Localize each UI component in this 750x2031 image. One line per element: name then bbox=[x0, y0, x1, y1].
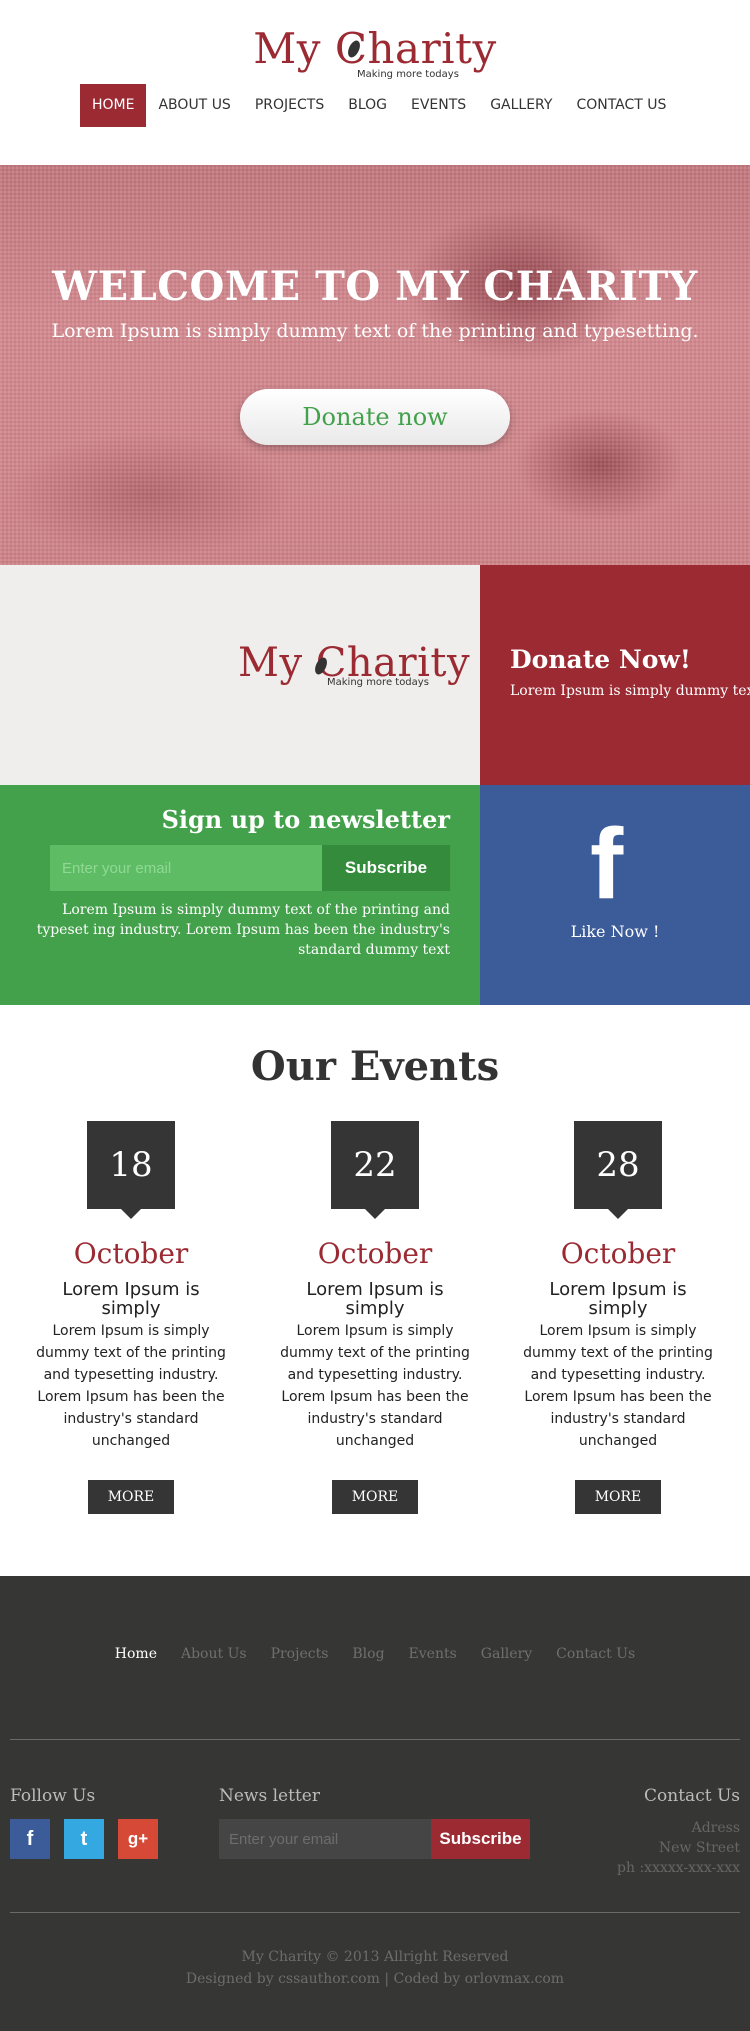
footer-divider bbox=[10, 1912, 740, 1913]
event-title: Lorem Ipsum is simply bbox=[62, 1279, 200, 1319]
footer-nav-blog[interactable]: Blog bbox=[352, 1646, 384, 1662]
footer-nav-gallery[interactable]: Gallery bbox=[481, 1646, 532, 1662]
event-month: October bbox=[317, 1237, 433, 1270]
site-footer: Home About Us Projects Blog Events Galle… bbox=[0, 1576, 750, 2031]
credits-text: Designed by cssauthor.com | Coded by orl… bbox=[185, 1971, 565, 1987]
event-card: 18 October Lorem Ipsum is simply Lorem I… bbox=[31, 1121, 231, 1514]
logo-tile: My Charity Making more todays bbox=[0, 565, 480, 785]
contact-street: New Street bbox=[658, 1840, 740, 1856]
event-description: Lorem Ipsum is simply dummy text of the … bbox=[280, 1323, 470, 1449]
nav-item-events[interactable]: EVENTS bbox=[399, 84, 478, 127]
brand-logo[interactable]: My Charity Making more todays bbox=[0, 28, 750, 81]
contact-address: Adress bbox=[691, 1820, 740, 1836]
follow-us-label: Follow Us bbox=[10, 1786, 96, 1806]
copyright-text: My Charity © 2013 Allright Reserved bbox=[241, 1949, 509, 1965]
event-description: Lorem Ipsum is simply dummy text of the … bbox=[36, 1323, 226, 1449]
event-title: Lorem Ipsum is simply bbox=[549, 1279, 687, 1319]
hero-banner: WELCOME TO MY CHARITY Lorem Ipsum is sim… bbox=[0, 165, 750, 565]
facebook-tile[interactable]: f Like Now ! bbox=[480, 785, 750, 1005]
nav-item-blog[interactable]: BLOG bbox=[336, 84, 399, 127]
twitter-icon[interactable]: t bbox=[64, 1819, 104, 1859]
donate-tile-text: Lorem Ipsum is simply dummy text. bbox=[510, 683, 750, 699]
event-day: 22 bbox=[331, 1121, 419, 1219]
event-more-button[interactable]: MORE bbox=[575, 1480, 661, 1514]
footer-nav-home[interactable]: Home bbox=[115, 1646, 157, 1662]
event-day: 28 bbox=[574, 1121, 662, 1219]
event-month: October bbox=[560, 1237, 676, 1270]
google-plus-icon[interactable]: g+ bbox=[118, 1819, 158, 1859]
footer-newsletter-label: News letter bbox=[219, 1786, 320, 1806]
footer-nav-events[interactable]: Events bbox=[409, 1646, 457, 1662]
facebook-icon: f bbox=[590, 808, 624, 920]
newsletter-subscribe-button[interactable]: Subscribe bbox=[322, 845, 450, 891]
nav-item-gallery[interactable]: GALLERY bbox=[478, 84, 564, 127]
event-month: October bbox=[73, 1237, 189, 1270]
event-title: Lorem Ipsum is simply bbox=[306, 1279, 444, 1319]
events-section: Our Events 18 October Lorem Ipsum is sim… bbox=[0, 1005, 750, 1576]
newsletter-email-input[interactable] bbox=[50, 845, 322, 891]
footer-copyright-block: My Charity © 2013 Allright Reserved Desi… bbox=[0, 1946, 750, 1990]
brand-tagline: Making more todays bbox=[357, 69, 459, 80]
newsletter-description: Lorem Ipsum is simply dummy text of the … bbox=[36, 902, 450, 958]
tile-brand-tagline: Making more todays bbox=[327, 677, 429, 688]
footer-nav-contact-us[interactable]: Contact Us bbox=[556, 1646, 635, 1662]
contact-phone: ph :xxxxx-xxx-xxx bbox=[617, 1860, 740, 1876]
donate-tile-title: Donate Now! bbox=[510, 645, 691, 674]
events-title: Our Events bbox=[250, 1043, 500, 1090]
hero-title: WELCOME TO MY CHARITY bbox=[52, 263, 698, 310]
footer-email-input[interactable] bbox=[219, 1819, 431, 1859]
feature-tiles: My Charity Making more todays Donate Now… bbox=[0, 565, 750, 1005]
nav-item-about-us[interactable]: ABOUT US bbox=[146, 84, 242, 127]
footer-divider bbox=[10, 1739, 740, 1740]
event-card: 22 October Lorem Ipsum is simply Lorem I… bbox=[275, 1121, 475, 1514]
site-header: My Charity Making more todays HOME ABOUT… bbox=[0, 0, 750, 165]
event-card: 28 October Lorem Ipsum is simply Lorem I… bbox=[518, 1121, 718, 1514]
donate-now-button[interactable]: Donate now bbox=[240, 389, 510, 445]
event-day: 18 bbox=[87, 1121, 175, 1219]
newsletter-title: Sign up to newsletter bbox=[161, 805, 450, 834]
footer-nav: Home About Us Projects Blog Events Galle… bbox=[0, 1646, 750, 1662]
main-nav: HOME ABOUT US PROJECTS BLOG EVENTS GALLE… bbox=[80, 84, 678, 127]
brand-name: My Charity bbox=[253, 24, 497, 73]
event-more-button[interactable]: MORE bbox=[88, 1480, 174, 1514]
donate-tile[interactable]: Donate Now! Lorem Ipsum is simply dummy … bbox=[480, 565, 750, 785]
newsletter-tile: Sign up to newsletter Subscribe Lorem Ip… bbox=[0, 785, 480, 1005]
footer-subscribe-button[interactable]: Subscribe bbox=[431, 1819, 530, 1859]
facebook-like-label: Like Now ! bbox=[570, 922, 660, 941]
event-description: Lorem Ipsum is simply dummy text of the … bbox=[523, 1323, 713, 1449]
facebook-icon[interactable]: f bbox=[10, 1819, 50, 1859]
nav-item-contact-us[interactable]: CONTACT US bbox=[564, 84, 678, 127]
footer-nav-projects[interactable]: Projects bbox=[271, 1646, 329, 1662]
nav-item-home[interactable]: HOME bbox=[80, 84, 147, 127]
hero-subtitle: Lorem Ipsum is simply dummy text of the … bbox=[51, 320, 699, 342]
footer-nav-about-us[interactable]: About Us bbox=[181, 1646, 247, 1662]
event-more-button[interactable]: MORE bbox=[332, 1480, 418, 1514]
contact-us-label: Contact Us bbox=[644, 1786, 740, 1806]
nav-item-projects[interactable]: PROJECTS bbox=[243, 84, 336, 127]
